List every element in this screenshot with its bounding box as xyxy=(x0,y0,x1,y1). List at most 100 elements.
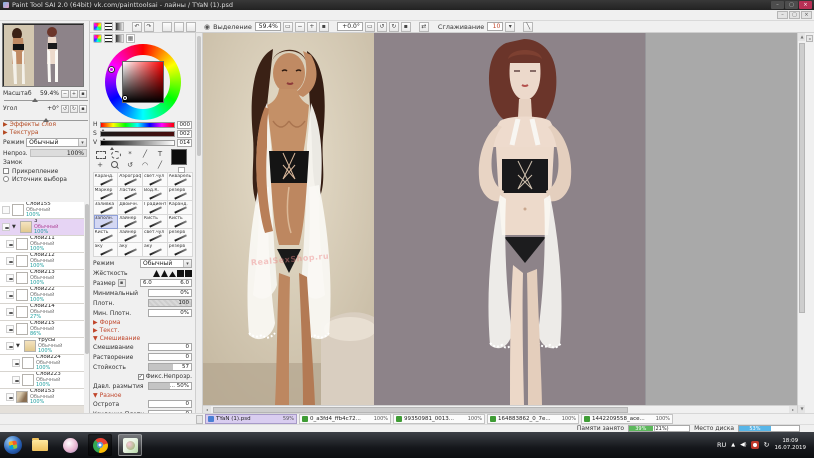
brush-tool[interactable]: Кисть xyxy=(94,229,119,243)
swatches-tab-icon[interactable]: ▦ xyxy=(126,34,135,43)
layer-visibility-eye-icon[interactable] xyxy=(6,240,14,248)
angle-reset-button[interactable]: ▪ xyxy=(401,22,411,32)
rotate-view-tool[interactable]: ↺ xyxy=(123,160,137,170)
size-slider[interactable]: 6.0 6.0 xyxy=(140,279,192,287)
document-tab[interactable]: 164883862_0_7e... 100% xyxy=(487,414,579,424)
zoom-out-button[interactable]: − xyxy=(295,22,305,32)
brush-tool[interactable]: лайнер xyxy=(118,215,143,229)
start-button[interactable] xyxy=(4,436,22,454)
hardness-presets[interactable] xyxy=(153,269,192,277)
doc-close-button[interactable]: × xyxy=(801,11,812,19)
layer-row[interactable]: ▼ Слой223 Обычный 100% xyxy=(0,372,84,389)
redo-button[interactable]: ↷ xyxy=(144,22,154,32)
undo-button[interactable]: ↶ xyxy=(132,22,142,32)
zoom-fit-button[interactable]: ▭ xyxy=(283,22,293,32)
layer-mode-select[interactable]: Обычный ▾ xyxy=(26,138,87,147)
brush-mode-select[interactable]: Обычный ▾ xyxy=(140,259,192,268)
brush-tool[interactable]: Заливка xyxy=(94,201,119,215)
size-unit-button[interactable]: ▪ xyxy=(118,279,126,287)
sharpness-field[interactable]: 0 xyxy=(148,400,192,408)
saturation-value-field[interactable]: 002 xyxy=(177,130,192,138)
brush-tool[interactable]: резерв xyxy=(168,187,193,201)
tabs-scroll-button[interactable] xyxy=(196,415,203,424)
brush-tool[interactable]: Акварель xyxy=(168,173,193,187)
doc-minimize-button[interactable]: – xyxy=(777,11,788,19)
taskbar-sai-button[interactable] xyxy=(118,434,142,456)
update-tray-icon[interactable]: ↻ xyxy=(764,441,770,449)
brush-tool[interactable]: Кисть xyxy=(143,215,168,229)
document-tab[interactable]: 0_a3fd4_ffb4c72... 100% xyxy=(299,414,391,424)
brush-tool[interactable]: резерв xyxy=(168,229,193,243)
brush-tool[interactable]: Маркер xyxy=(94,187,119,201)
doc-restore-button[interactable]: ▢ xyxy=(789,11,800,19)
saturation-value-square[interactable] xyxy=(122,61,164,103)
blending-section[interactable]: ▼ Смешивание xyxy=(93,334,192,342)
zoom-tool[interactable] xyxy=(108,160,122,170)
hue-cursor[interactable] xyxy=(109,67,114,72)
tool-option-button-1[interactable] xyxy=(162,22,172,32)
brush-tool[interactable]: аку xyxy=(118,243,143,257)
layer-row[interactable]: ▼ Слой211 Обычный 100% xyxy=(0,236,84,253)
wheel-tab-icon[interactable]: c xyxy=(93,34,102,43)
layer-visibility-eye-icon[interactable] xyxy=(6,393,14,401)
clipping-checkbox[interactable] xyxy=(3,168,9,174)
rect-select-tool[interactable] xyxy=(93,149,107,159)
color-wheel[interactable] xyxy=(105,44,181,120)
tool-option-button-3[interactable] xyxy=(186,22,196,32)
layer-visibility-eye-icon[interactable] xyxy=(2,206,10,214)
selection-pen-tool[interactable]: ╱ xyxy=(138,149,152,159)
tool-option-button-2[interactable] xyxy=(174,22,184,32)
rotate-cw-button[interactable]: ↻ xyxy=(389,22,399,32)
layer-row[interactable]: ▼ трусы Обычный 100% xyxy=(0,338,84,355)
layer-visibility-eye-icon[interactable] xyxy=(6,257,14,265)
panel-scrollbar[interactable] xyxy=(196,33,203,413)
minimum-size-field[interactable]: 0% xyxy=(148,289,192,297)
canvas-horizontal-scrollbar[interactable]: ◂ ▸ xyxy=(203,405,797,413)
minimize-button[interactable]: – xyxy=(771,1,784,9)
brush-tool[interactable]: Кисть xyxy=(168,215,193,229)
layer-row[interactable]: ▼ Слой153 Обычный 100% xyxy=(0,389,84,406)
volume-icon[interactable]: ◀)) xyxy=(740,442,746,448)
panel-collapse-button[interactable]: ◂ xyxy=(806,35,813,42)
layer-row[interactable]: ▼ Слой155 Обычный 100% xyxy=(0,202,84,219)
scale-reset-button[interactable]: ▪ xyxy=(79,90,87,98)
scale-plus-button[interactable]: + xyxy=(70,90,78,98)
document-tab[interactable]: 1442209558_ace... 100% xyxy=(581,414,673,424)
layer-row[interactable]: ▼ Слой215 Обычный 86% xyxy=(0,321,84,338)
document-tab[interactable]: 99350981_0013... 100% xyxy=(393,414,485,424)
angle-field[interactable]: +0.0° xyxy=(337,22,363,31)
canvas-vertical-scrollbar[interactable]: ▲ ▼ xyxy=(797,33,805,413)
density-slider[interactable]: 100 xyxy=(148,299,192,307)
layer-visibility-eye-icon[interactable] xyxy=(6,342,14,350)
dilution-field[interactable]: 0 xyxy=(148,353,192,361)
misc-section[interactable]: ▼ Разное xyxy=(93,391,192,399)
brush-tool[interactable]: Каранд. xyxy=(168,201,193,215)
move-tool[interactable]: + xyxy=(93,160,107,170)
layer-row[interactable]: ▼ Слой213 Обычный 100% xyxy=(0,270,84,287)
brush-tool[interactable]: Заполн. xyxy=(94,215,119,229)
layer-visibility-eye-icon[interactable] xyxy=(12,376,20,384)
maximize-button[interactable]: ▢ xyxy=(785,1,798,9)
folder-expand-icon[interactable]: ▼ xyxy=(16,343,22,349)
layer-row[interactable]: ▼ Слой224 Обычный 100% xyxy=(0,355,84,372)
mixer-panel-icon[interactable] xyxy=(115,22,124,31)
layer-visibility-eye-icon[interactable] xyxy=(6,274,14,282)
scratchpad-panel-icon[interactable] xyxy=(104,22,113,31)
brush-tool[interactable]: свет.чул xyxy=(143,229,168,243)
texture-section[interactable]: ▶ Текстура xyxy=(0,128,90,136)
close-button[interactable]: × xyxy=(799,1,812,9)
layer-row[interactable]: ▼ Слой222 Обычный 100% xyxy=(0,287,84,304)
shape-section[interactable]: ▶ Форма xyxy=(93,318,192,326)
blending-field[interactable]: 0 xyxy=(148,343,192,351)
persistence-slider[interactable]: 57 xyxy=(148,363,192,371)
zoom-in-button[interactable]: + xyxy=(307,22,317,32)
layer-visibility-eye-icon[interactable] xyxy=(12,359,20,367)
angle-fit-button[interactable]: ▭ xyxy=(365,22,375,32)
sv-cursor[interactable] xyxy=(123,96,127,100)
angle-reset-button-2[interactable]: ▪ xyxy=(79,105,87,113)
layer-row[interactable]: ▼ Слой214 Обычный 27% xyxy=(0,304,84,321)
text-tool[interactable]: T xyxy=(153,149,167,159)
layer-visibility-eye-icon[interactable] xyxy=(2,223,10,231)
current-color-swatch[interactable] xyxy=(171,149,187,165)
navigator-thumbnail[interactable] xyxy=(2,23,84,87)
